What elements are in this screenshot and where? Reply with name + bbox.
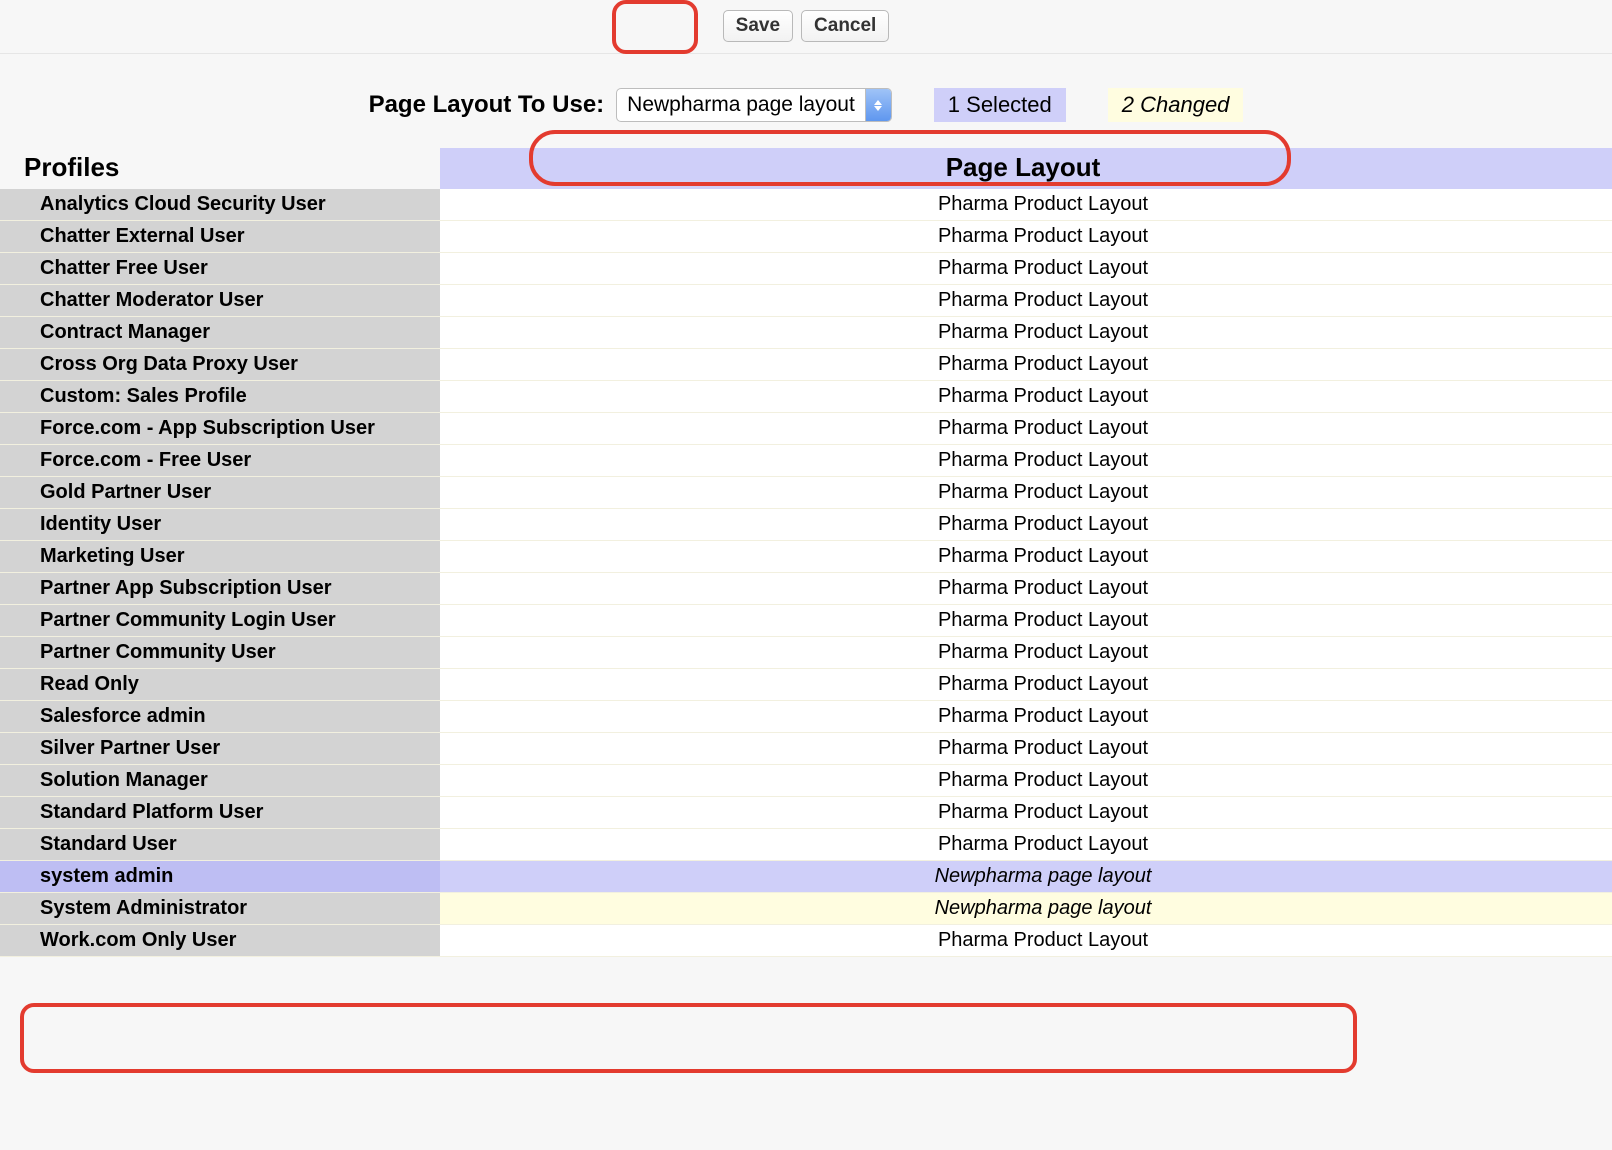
page-layout-cell[interactable]: Newpharma page layout (440, 861, 1612, 893)
profile-cell[interactable]: Partner Community User (0, 637, 440, 669)
page-layout-cell[interactable]: Pharma Product Layout (440, 669, 1612, 701)
table-row[interactable]: Custom: Sales ProfilePharma Product Layo… (0, 381, 1612, 413)
profile-cell[interactable]: Salesforce admin (0, 701, 440, 733)
profile-cell[interactable]: Chatter External User (0, 221, 440, 253)
table-row[interactable]: Gold Partner UserPharma Product Layout (0, 477, 1612, 509)
table-row[interactable]: System AdministratorNewpharma page layou… (0, 893, 1612, 925)
page-layout-cell[interactable]: Pharma Product Layout (440, 349, 1612, 381)
page-layout-cell[interactable]: Pharma Product Layout (440, 637, 1612, 669)
profile-cell[interactable]: Analytics Cloud Security User (0, 189, 440, 221)
table-row[interactable]: Standard UserPharma Product Layout (0, 829, 1612, 861)
profile-cell[interactable]: Work.com Only User (0, 925, 440, 957)
page-layout-cell[interactable]: Pharma Product Layout (440, 605, 1612, 637)
profile-cell[interactable]: Chatter Free User (0, 253, 440, 285)
table-row[interactable]: Contract ManagerPharma Product Layout (0, 317, 1612, 349)
page-layout-to-use-label: Page Layout To Use: (369, 91, 605, 119)
table-row[interactable]: Partner Community Login UserPharma Produ… (0, 605, 1612, 637)
table-row[interactable]: Silver Partner UserPharma Product Layout (0, 733, 1612, 765)
page-layout-select[interactable]: Newpharma page layout (616, 88, 892, 122)
profile-cell[interactable]: Standard User (0, 829, 440, 861)
table-row[interactable]: Force.com - App Subscription UserPharma … (0, 413, 1612, 445)
page-layout-cell[interactable]: Pharma Product Layout (440, 413, 1612, 445)
table-row[interactable]: Force.com - Free UserPharma Product Layo… (0, 445, 1612, 477)
column-header-profiles: Profiles (0, 148, 440, 189)
page-layout-cell[interactable]: Pharma Product Layout (440, 381, 1612, 413)
page-layout-cell[interactable]: Newpharma page layout (440, 893, 1612, 925)
profile-cell[interactable]: Read Only (0, 669, 440, 701)
changed-count-pill: 2 Changed (1108, 88, 1244, 122)
profile-cell[interactable]: Identity User (0, 509, 440, 541)
page-layout-cell[interactable]: Pharma Product Layout (440, 829, 1612, 861)
profile-cell[interactable]: Gold Partner User (0, 477, 440, 509)
page-layout-cell[interactable]: Pharma Product Layout (440, 285, 1612, 317)
toolbar: Save Cancel (0, 0, 1612, 54)
page-layout-cell[interactable]: Pharma Product Layout (440, 189, 1612, 221)
page-layout-cell[interactable]: Pharma Product Layout (440, 253, 1612, 285)
profile-cell[interactable]: Force.com - App Subscription User (0, 413, 440, 445)
table-row[interactable]: Partner Community UserPharma Product Lay… (0, 637, 1612, 669)
select-spinner-icon[interactable] (865, 89, 891, 121)
table-row[interactable]: Work.com Only UserPharma Product Layout (0, 925, 1612, 957)
profile-cell[interactable]: Partner App Subscription User (0, 573, 440, 605)
table-row[interactable]: Chatter Free UserPharma Product Layout (0, 253, 1612, 285)
page-layout-cell[interactable]: Pharma Product Layout (440, 925, 1612, 957)
page-layout-cell[interactable]: Pharma Product Layout (440, 797, 1612, 829)
page-layout-select-value: Newpharma page layout (617, 89, 865, 121)
annotation-ring-changed-rows (20, 1003, 1357, 1073)
page-layout-cell[interactable]: Pharma Product Layout (440, 765, 1612, 797)
profile-cell[interactable]: System Administrator (0, 893, 440, 925)
profile-cell[interactable]: Marketing User (0, 541, 440, 573)
profile-cell[interactable]: Solution Manager (0, 765, 440, 797)
table-row[interactable]: Analytics Cloud Security UserPharma Prod… (0, 189, 1612, 221)
profile-cell[interactable]: Chatter Moderator User (0, 285, 440, 317)
table-row[interactable]: system adminNewpharma page layout (0, 861, 1612, 893)
profile-cell[interactable]: system admin (0, 861, 440, 893)
selected-count-pill: 1 Selected (934, 88, 1066, 122)
table-row[interactable]: Chatter Moderator UserPharma Product Lay… (0, 285, 1612, 317)
page-layout-cell[interactable]: Pharma Product Layout (440, 541, 1612, 573)
profile-cell[interactable]: Standard Platform User (0, 797, 440, 829)
page-layout-cell[interactable]: Pharma Product Layout (440, 477, 1612, 509)
page-layout-cell[interactable]: Pharma Product Layout (440, 317, 1612, 349)
save-button[interactable]: Save (723, 10, 793, 42)
table-row[interactable]: Partner App Subscription UserPharma Prod… (0, 573, 1612, 605)
table-row[interactable]: Identity UserPharma Product Layout (0, 509, 1612, 541)
table-row[interactable]: Standard Platform UserPharma Product Lay… (0, 797, 1612, 829)
cancel-button[interactable]: Cancel (801, 10, 889, 42)
column-header-page-layout: Page Layout (440, 148, 1612, 189)
page-layout-cell[interactable]: Pharma Product Layout (440, 221, 1612, 253)
table-row[interactable]: Salesforce adminPharma Product Layout (0, 701, 1612, 733)
profile-cell[interactable]: Contract Manager (0, 317, 440, 349)
profile-cell[interactable]: Custom: Sales Profile (0, 381, 440, 413)
profile-cell[interactable]: Partner Community Login User (0, 605, 440, 637)
page-layout-cell[interactable]: Pharma Product Layout (440, 445, 1612, 477)
table-row[interactable]: Chatter External UserPharma Product Layo… (0, 221, 1612, 253)
page-layout-cell[interactable]: Pharma Product Layout (440, 573, 1612, 605)
page-layout-cell[interactable]: Pharma Product Layout (440, 733, 1612, 765)
page-layout-controls: Page Layout To Use: Newpharma page layou… (0, 54, 1612, 144)
profile-cell[interactable]: Force.com - Free User (0, 445, 440, 477)
table-row[interactable]: Marketing UserPharma Product Layout (0, 541, 1612, 573)
table-row[interactable]: Solution ManagerPharma Product Layout (0, 765, 1612, 797)
page-layout-cell[interactable]: Pharma Product Layout (440, 509, 1612, 541)
profile-cell[interactable]: Silver Partner User (0, 733, 440, 765)
annotation-ring-save (612, 0, 698, 54)
table-row[interactable]: Read OnlyPharma Product Layout (0, 669, 1612, 701)
page-layout-cell[interactable]: Pharma Product Layout (440, 701, 1612, 733)
table-row[interactable]: Cross Org Data Proxy UserPharma Product … (0, 349, 1612, 381)
profile-cell[interactable]: Cross Org Data Proxy User (0, 349, 440, 381)
page-layout-assignment-table: Profiles Page Layout Analytics Cloud Sec… (0, 148, 1612, 957)
